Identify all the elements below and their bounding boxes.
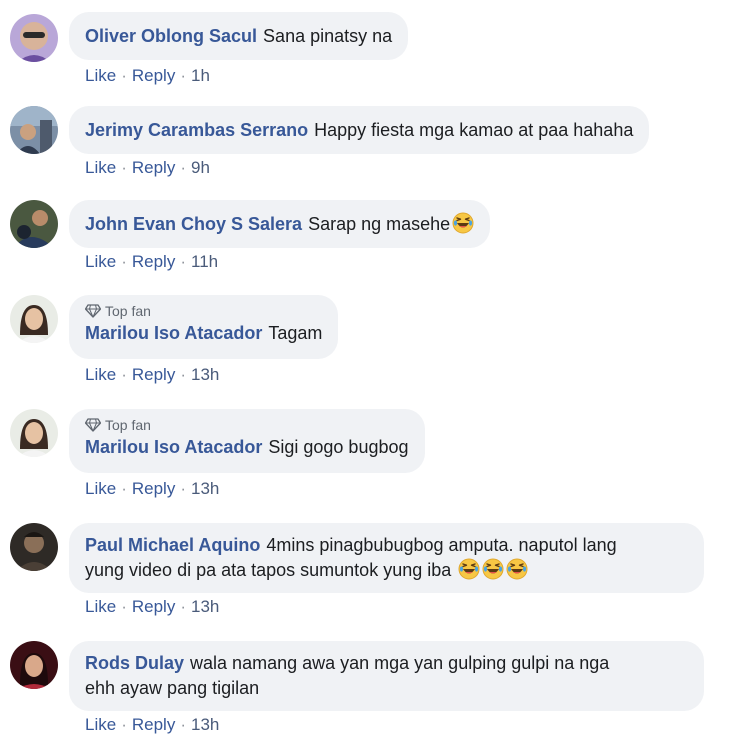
- comment-text: wala namang awa yan mga yan gulping gulp…: [190, 653, 610, 673]
- separator: ·: [121, 479, 127, 498]
- comment-text: Happy fiesta mga kamao at paa hahaha: [314, 119, 634, 140]
- avatar[interactable]: [10, 14, 58, 62]
- comment-text: yung video di pa ata tapos sumuntok yung…: [85, 560, 452, 580]
- avatar[interactable]: [10, 106, 58, 154]
- reply-button[interactable]: Reply: [132, 252, 175, 271]
- reply-button[interactable]: Reply: [132, 365, 175, 384]
- like-button[interactable]: Like: [85, 479, 116, 498]
- like-button[interactable]: Like: [85, 158, 116, 177]
- badge-label: Top fan: [105, 303, 151, 319]
- timestamp-link[interactable]: 13h: [191, 597, 219, 616]
- reply-button[interactable]: Reply: [132, 66, 175, 85]
- comment-author-link[interactable]: Rods Dulay: [85, 653, 184, 673]
- comment-author-link[interactable]: Marilou Iso Atacador: [85, 323, 262, 343]
- comment-actions: Like · Reply · 13h: [85, 597, 219, 617]
- laughing-tears-emoji: [482, 558, 504, 580]
- like-button[interactable]: Like: [85, 715, 116, 734]
- reply-button[interactable]: Reply: [132, 158, 175, 177]
- separator: ·: [121, 66, 127, 85]
- comment-actions: Like · Reply · 1h: [85, 66, 210, 86]
- comment-text: Sigi gogo bugbog: [268, 437, 409, 457]
- comment-bubble: John Evan Choy S Salera Sarap ng masehe: [69, 200, 491, 248]
- comment-actions: Like · Reply · 9h: [85, 158, 210, 178]
- timestamp-link[interactable]: 13h: [191, 365, 219, 384]
- comment-text: ehh ayaw pang tigilan: [85, 678, 260, 698]
- reply-button[interactable]: Reply: [132, 479, 175, 498]
- timestamp-link[interactable]: 9h: [191, 158, 210, 177]
- comment-author-link[interactable]: Marilou Iso Atacador: [85, 437, 262, 457]
- comment-actions: Like · Reply · 13h: [85, 715, 219, 735]
- avatar[interactable]: [10, 409, 58, 457]
- timestamp-link[interactable]: 11h: [191, 252, 218, 271]
- comment-bubble: Top fan Marilou Iso Atacador Sigi gogo bu…: [69, 409, 425, 473]
- comment-author-link[interactable]: Oliver Oblong Sacul: [85, 26, 257, 46]
- top-fan-badge: Top fan: [85, 415, 409, 435]
- comment-text: Sana pinatsy na: [263, 25, 393, 46]
- separator: ·: [180, 597, 186, 616]
- comment-bubble: Top fan Marilou Iso Atacador Tagam: [69, 295, 339, 359]
- comment-bubble: Oliver Oblong Sacul Sana pinatsy na: [69, 12, 409, 60]
- separator: ·: [180, 66, 186, 85]
- like-button[interactable]: Like: [85, 66, 116, 85]
- timestamp-link[interactable]: 13h: [191, 479, 219, 498]
- comment-bubble: Paul Michael Aquino 4mins pinagbubugbog a…: [69, 523, 704, 593]
- top-fan-badge: Top fan: [85, 301, 322, 321]
- separator: ·: [180, 365, 186, 384]
- comment-author-link[interactable]: John Evan Choy S Salera: [85, 214, 302, 234]
- comment-actions: Like · Reply · 13h: [85, 365, 219, 385]
- like-button[interactable]: Like: [85, 252, 116, 271]
- comment-bubble: Jerimy Carambas Serrano Happy fiesta mga …: [69, 106, 650, 154]
- timestamp-link[interactable]: 13h: [191, 715, 219, 734]
- laughing-tears-emoji: [452, 212, 474, 234]
- separator: ·: [180, 479, 186, 498]
- comment-bubble: Rods Dulay wala namang awa yan mga yan gu…: [69, 641, 704, 711]
- laughing-tears-emoji: [458, 558, 480, 580]
- comment-actions: Like · Reply · 11h: [85, 252, 218, 272]
- timestamp-link[interactable]: 1h: [191, 66, 210, 85]
- like-button[interactable]: Like: [85, 365, 116, 384]
- comment-actions: Like · Reply · 13h: [85, 479, 219, 499]
- diamond-icon: [85, 304, 101, 318]
- separator: ·: [121, 597, 127, 616]
- separator: ·: [121, 252, 127, 271]
- comment-text: 4mins pinagbubugbog amputa. naputol lang: [266, 535, 617, 555]
- like-button[interactable]: Like: [85, 597, 116, 616]
- comment-author-link[interactable]: Jerimy Carambas Serrano: [85, 120, 308, 140]
- separator: ·: [121, 365, 127, 384]
- badge-label: Top fan: [105, 417, 151, 433]
- laughing-tears-emoji: [506, 558, 528, 580]
- comment-text: Sarap ng masehe: [308, 213, 451, 234]
- diamond-icon: [85, 418, 101, 432]
- separator: ·: [180, 158, 186, 177]
- comment-text: Tagam: [268, 323, 323, 343]
- separator: ·: [121, 715, 127, 734]
- comment-author-link[interactable]: Paul Michael Aquino: [85, 535, 260, 555]
- separator: ·: [180, 252, 186, 271]
- avatar[interactable]: [10, 200, 58, 248]
- reply-button[interactable]: Reply: [132, 715, 175, 734]
- separator: ·: [121, 158, 127, 177]
- reply-button[interactable]: Reply: [132, 597, 175, 616]
- avatar[interactable]: [10, 641, 58, 689]
- separator: ·: [180, 715, 186, 734]
- avatar[interactable]: [10, 523, 58, 571]
- avatar[interactable]: [10, 295, 58, 343]
